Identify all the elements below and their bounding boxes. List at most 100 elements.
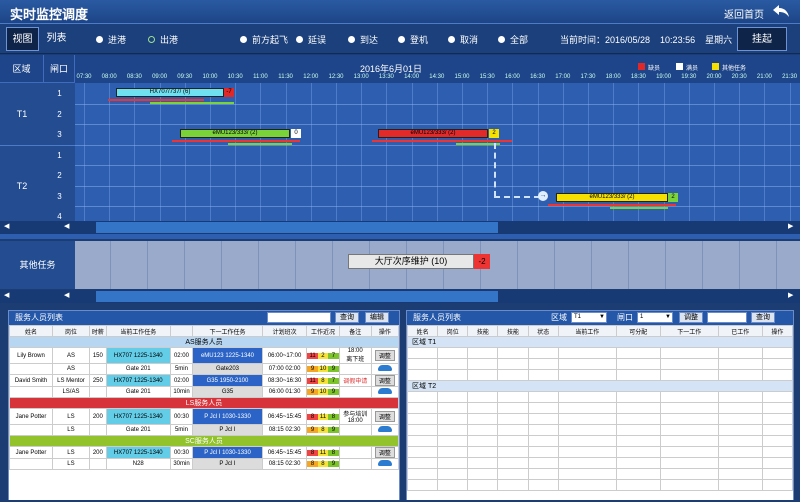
staff-name: Lily Brown <box>9 347 53 364</box>
scroll-thumb[interactable] <box>96 222 498 233</box>
filter-radio[interactable]: 取消 <box>448 33 478 45</box>
current-task-time: 30min <box>169 458 194 470</box>
scroll-left-icon[interactable]: ◀ <box>4 222 9 230</box>
scroll-right-icon[interactable]: ▶ <box>788 291 793 299</box>
table-cell <box>615 413 661 425</box>
table-cell <box>497 479 529 491</box>
service-search-input[interactable] <box>707 312 747 323</box>
table-cell <box>557 358 617 370</box>
other-scrollbar[interactable]: ◀ ◀ ▶ <box>0 290 800 303</box>
phone-icon[interactable] <box>377 388 392 394</box>
table-row[interactable]: Lily Brown AS 150 HX707 1225-1340 02:00 eMU12… <box>9 347 399 364</box>
service-search-button[interactable]: 查询 <box>751 312 775 323</box>
table-cell <box>407 435 439 447</box>
table-row[interactable]: LS Gate 201 5min P Jcl I 08:15 02:30 9 8 9 <box>9 424 399 436</box>
task-bar[interactable]: 大厅次序维护 (10) <box>348 254 474 269</box>
staff-role: LS Mentor <box>51 374 90 387</box>
group-title: SC服务人员 <box>9 435 399 447</box>
back-arrow-icon[interactable] <box>772 3 790 19</box>
legend-swatch <box>712 63 719 70</box>
adjust-button[interactable]: 调整 <box>374 375 395 386</box>
flight-bar[interactable]: eMU123/333/ (2) <box>378 129 488 138</box>
stat-value: 11 <box>317 449 329 456</box>
table-row[interactable]: LS/AS Gate 201 10min G35 06:00 01:30 9 10 9 <box>9 386 399 398</box>
stat-value: 8 <box>307 461 318 467</box>
flight-bar[interactable]: eMU123/333/ (2) <box>556 193 668 202</box>
legend-swatch <box>638 63 645 70</box>
planned-shift: 08:15 02:30 <box>261 458 308 470</box>
current-task-time: 5min <box>169 424 194 436</box>
scroll-thumb[interactable] <box>96 291 498 302</box>
table-cell <box>557 402 617 414</box>
tab-view[interactable]: 视图 <box>6 27 39 51</box>
staff-search-input[interactable] <box>267 312 331 323</box>
table-cell <box>717 435 763 447</box>
bar-underline <box>150 102 234 104</box>
phone-icon[interactable] <box>377 365 392 371</box>
tab-list[interactable]: 列表 <box>40 27 73 51</box>
filter-radio[interactable]: 出港 <box>148 33 178 45</box>
table-row <box>407 446 793 458</box>
table-cell <box>761 435 793 447</box>
work-stats: 8 11 8 <box>306 408 340 425</box>
table-cell <box>761 413 793 425</box>
pause-button[interactable]: 挂起 <box>737 27 787 51</box>
stat-value: 9 <box>307 427 318 433</box>
filter-radio[interactable]: 登机 <box>398 33 428 45</box>
filter-radio[interactable]: 进港 <box>96 33 126 45</box>
gate-select[interactable]: 1 ▼ <box>637 312 673 323</box>
filter-radio[interactable]: 前方起飞 <box>240 33 288 45</box>
area-select[interactable]: T1 ▼ <box>571 312 607 323</box>
staff-edit-button[interactable]: 编辑 <box>365 312 389 323</box>
column-header: 工作近况 <box>306 325 340 337</box>
radio-dot-icon <box>96 35 103 43</box>
table-row[interactable]: AS Gate 201 5min Gate203 07:00 02:00 9 10 9 <box>9 363 399 375</box>
gantt-scrollbar[interactable]: ◀ ◀ ▶ <box>0 221 800 234</box>
gantt-chart: 区域 闸口 2016年6月01日 缺员 满员 其他任务 07:30 08:00 08:3… <box>0 55 800 239</box>
action-cell <box>370 363 399 375</box>
time-tick: 15:00 <box>454 74 470 80</box>
table-row[interactable]: David Smith LS Mentor 250 HX707 1225-1340 02… <box>9 374 399 387</box>
scroll-left-icon[interactable]: ◀ <box>4 291 9 299</box>
table-row[interactable]: Jane Potter LS 200 HX707 1225-1340 00:30 P Jc… <box>9 408 399 425</box>
legend-label: 满员 <box>686 66 699 72</box>
filter-radio[interactable]: 到达 <box>348 33 378 45</box>
table-row <box>407 424 793 436</box>
work-stats: 9 10 9 <box>306 363 340 375</box>
home-link[interactable]: 返回首页 <box>724 6 764 21</box>
phone-icon[interactable] <box>377 460 392 466</box>
table-cell <box>557 369 617 381</box>
filter-radio[interactable]: 全部 <box>498 33 528 45</box>
time-tick: 10:00 <box>202 74 218 80</box>
scroll-right-icon[interactable]: ▶ <box>788 222 793 230</box>
work-stats: 11 2 7 <box>306 347 340 364</box>
staff-table: 姓名 岗位 时薪 当前工作任务 下一工作任务 计划班次 工作近况 备注 操作 AS服务人员 Lily… <box>9 325 399 470</box>
staff-search-button[interactable]: 查询 <box>335 312 359 323</box>
planned-shift: 06:00 01:30 <box>261 386 308 398</box>
stat-value: 9 <box>307 389 318 395</box>
table-cell <box>497 347 529 359</box>
scroll-left-icon[interactable]: ◀ <box>64 291 69 299</box>
stat-value: 2 <box>317 352 329 359</box>
table-row[interactable]: Jane Potter LS 200 HX707 1225-1340 00:30 P Jc… <box>9 446 399 459</box>
table-row <box>407 457 793 469</box>
staff-panel: 服务人员列表 查询 编辑 姓名 岗位 时薪 当前工作任务 下一工作任务 计划班次 工作近况备… <box>8 310 400 500</box>
flight-bar[interactable]: eMU123/333/ (2) <box>180 129 290 138</box>
action-cell <box>370 386 399 398</box>
table-row[interactable]: LS N28 30min P Jcl I 08:15 02:30 8 8 9 <box>9 458 399 470</box>
adjust-button[interactable]: 调整 <box>374 350 395 361</box>
scroll-left-icon[interactable]: ◀ <box>64 222 69 230</box>
staff-rate: 200 <box>88 446 107 459</box>
adjust-button[interactable]: 调整 <box>374 411 395 422</box>
table-cell <box>497 424 529 436</box>
filter-radio[interactable]: 延误 <box>296 33 326 45</box>
adjust-button[interactable]: 调整 <box>679 312 703 323</box>
flight-bar[interactable]: HX707/737/ (6) <box>116 88 224 97</box>
adjust-button[interactable]: 调整 <box>374 447 395 458</box>
column-header: 技能 <box>497 325 529 337</box>
table-cell <box>557 347 617 359</box>
stat-value: 9 <box>307 366 318 372</box>
group-row: SC服务人员 <box>9 435 399 447</box>
table-cell <box>467 391 499 403</box>
phone-icon[interactable] <box>377 426 392 432</box>
